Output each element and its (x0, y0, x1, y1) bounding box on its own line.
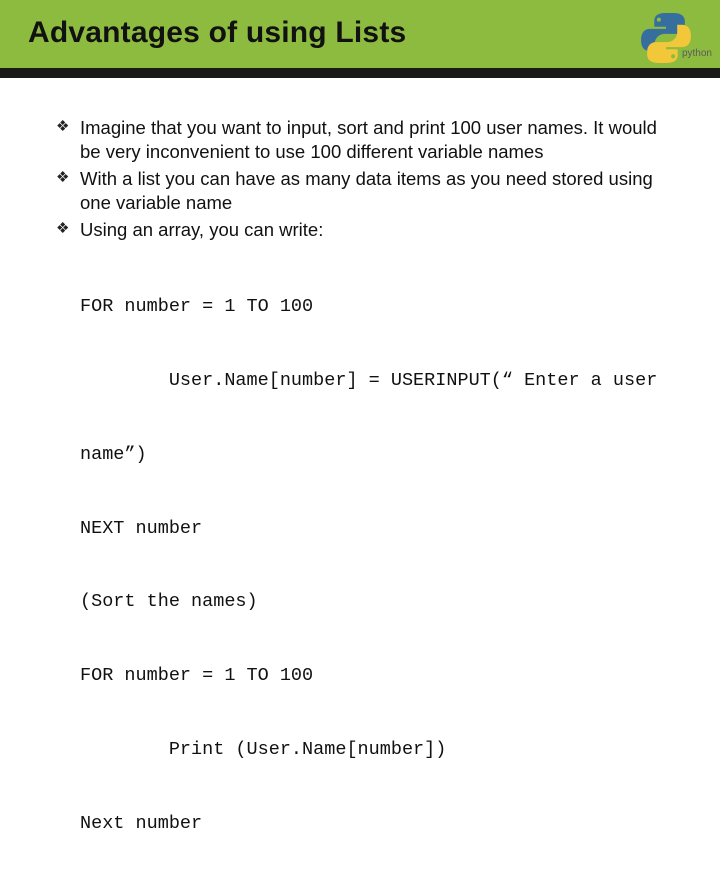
code-line: NEXT number (80, 517, 674, 542)
slide-content: Imagine that you want to input, sort and… (0, 78, 720, 885)
bullet-item: Using an array, you can write: (56, 218, 674, 242)
slide-title: Advantages of using Lists (28, 16, 720, 50)
python-logo-text: python (682, 48, 712, 59)
code-line: (Sort the names) (80, 590, 674, 615)
code-line: User.Name[number] = USERINPUT(“ Enter a … (80, 369, 674, 394)
code-line: Next number (80, 812, 674, 837)
bullet-item: With a list you can have as many data it… (56, 167, 674, 216)
code-line: name”) (80, 443, 674, 468)
code-line: FOR number = 1 TO 100 (80, 295, 674, 320)
code-line: Print (User.Name[number]) (80, 738, 674, 763)
bullet-item: Imagine that you want to input, sort and… (56, 116, 674, 165)
code-line: FOR number = 1 TO 100 (80, 664, 674, 689)
bullet-list: Imagine that you want to input, sort and… (56, 116, 674, 242)
slide-header: Advantages of using Lists python (0, 0, 720, 78)
code-block: FOR number = 1 TO 100 User.Name[number] … (80, 246, 674, 885)
